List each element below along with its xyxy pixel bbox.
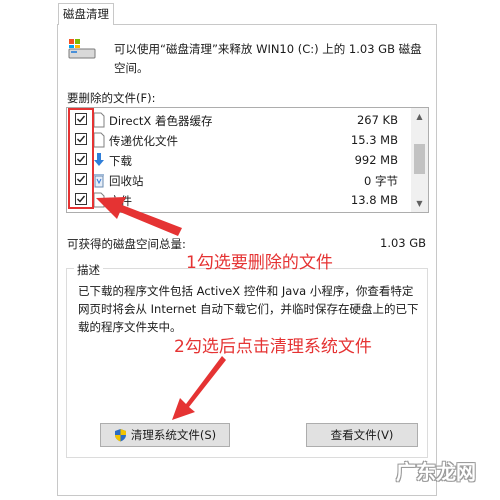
annotation-step2: 2勾选后点击清理系统文件 [174,337,372,357]
arrow-step2 [172,356,226,420]
tab-disk-cleanup[interactable]: 磁盘清理 [58,3,114,25]
annotation-step1: 1勾选要删除的文件 [186,253,333,273]
watermark: 广东龙网 [396,460,476,484]
arrow-step1 [96,197,182,236]
